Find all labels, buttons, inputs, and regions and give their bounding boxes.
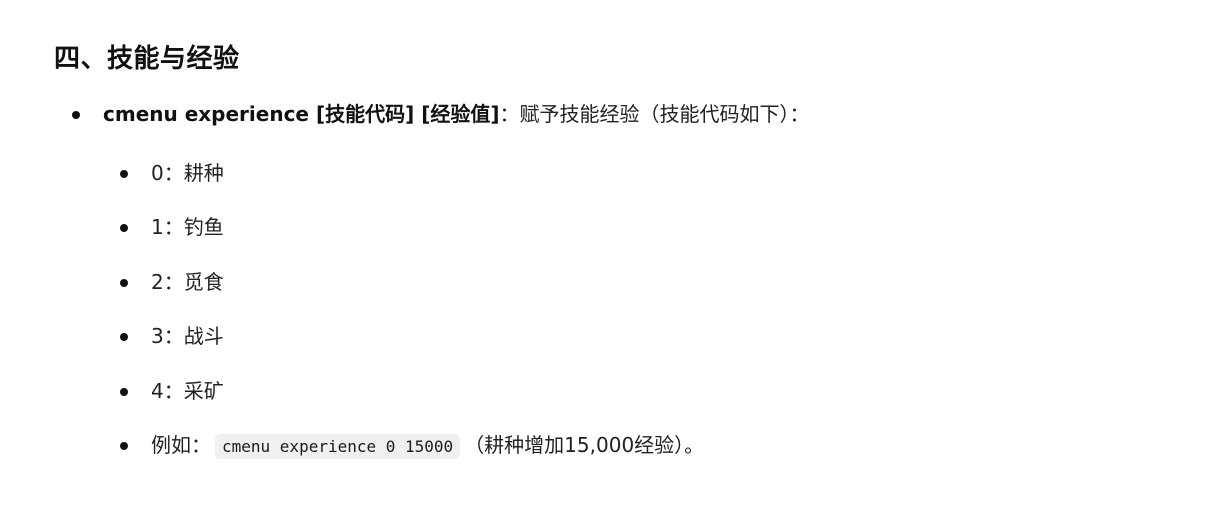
skill-item: 4：采矿 bbox=[118, 373, 704, 427]
skill-code-list: 0：耕种 1：钓鱼 2：觅食 3：战斗 4：采矿 例如： cmenu experi… bbox=[118, 155, 704, 481]
skill-name: 战斗 bbox=[183, 324, 224, 349]
skill-item: 0：耕种 bbox=[118, 155, 704, 209]
skill-code: 4 bbox=[151, 378, 164, 403]
skill-item: 3：战斗 bbox=[118, 318, 704, 372]
skill-item: 2：觅食 bbox=[118, 264, 704, 318]
bullet-icon bbox=[120, 170, 128, 178]
skill-item: 1：钓鱼 bbox=[118, 209, 704, 263]
command-list: cmenu experience [技能代码] [经验值]：赋予技能经验（技能代… bbox=[70, 96, 809, 132]
command-item: cmenu experience [技能代码] [经验值]：赋予技能经验（技能代… bbox=[70, 96, 809, 132]
command-description: ：赋予技能经验（技能代码如下）： bbox=[499, 102, 810, 126]
example-code: cmenu experience 0 15000 bbox=[215, 433, 461, 459]
bullet-icon bbox=[120, 224, 128, 233]
skill-name: 采矿 bbox=[183, 378, 224, 403]
example-label: 例如： bbox=[151, 432, 211, 457]
example-item: 例如： cmenu experience 0 15000 （耕种增加15,000经验… bbox=[118, 427, 704, 481]
skill-name: 觅食 bbox=[183, 269, 224, 294]
bullet-icon bbox=[120, 387, 128, 396]
skill-separator: ： bbox=[163, 324, 184, 349]
example-note: （耕种增加15,000经验）。 bbox=[464, 432, 705, 457]
bullet-icon bbox=[120, 278, 128, 287]
skill-separator: ： bbox=[163, 378, 184, 403]
command-syntax: cmenu experience [技能代码] [经验值] bbox=[103, 102, 500, 126]
skill-name: 耕种 bbox=[183, 161, 224, 185]
skill-separator: ： bbox=[163, 215, 184, 240]
skill-code: 0 bbox=[151, 161, 164, 185]
skill-code: 2 bbox=[151, 269, 164, 294]
bullet-icon bbox=[120, 333, 128, 342]
bullet-icon bbox=[72, 111, 80, 119]
skill-code: 3 bbox=[151, 324, 164, 349]
skill-code: 1 bbox=[151, 215, 164, 240]
skill-separator: ： bbox=[163, 269, 184, 294]
bullet-icon bbox=[120, 441, 128, 450]
skill-name: 钓鱼 bbox=[183, 215, 224, 240]
section-heading: 四、技能与经验 bbox=[54, 44, 240, 74]
skill-separator: ： bbox=[163, 161, 184, 185]
